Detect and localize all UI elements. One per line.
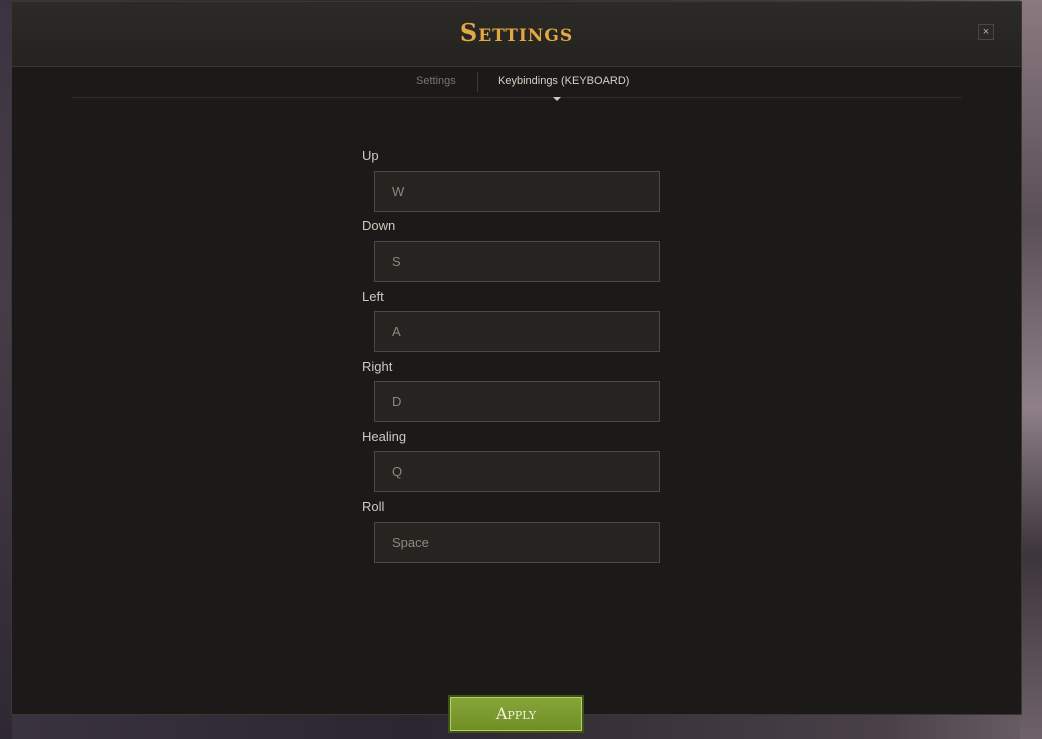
down-label: Down	[362, 218, 396, 233]
left-key-input[interactable]	[374, 311, 660, 352]
active-tab-caret-icon	[553, 97, 561, 101]
down-key-input[interactable]	[374, 241, 660, 282]
roll-label: Roll	[362, 499, 385, 514]
up-label: Up	[362, 148, 379, 163]
left-label: Left	[362, 289, 384, 304]
right-key-input[interactable]	[374, 381, 660, 422]
close-button[interactable]: ×	[978, 24, 994, 40]
tab-keybindings[interactable]: Keybindings (KEYBOARD)	[498, 75, 629, 87]
roll-key-input[interactable]	[374, 522, 660, 563]
dialog-header: Settings ×	[12, 2, 1021, 67]
close-icon: ×	[982, 26, 990, 38]
healing-label: Healing	[362, 429, 407, 444]
up-key-input[interactable]	[374, 171, 660, 212]
tab-bar: Settings Keybindings (KEYBOARD)	[72, 67, 962, 101]
tab-divider	[477, 72, 478, 92]
dialog-title: Settings	[459, 18, 574, 47]
right-label: Right	[362, 359, 393, 374]
apply-button[interactable]: Apply	[448, 695, 584, 733]
healing-key-input[interactable]	[374, 451, 660, 492]
tab-settings[interactable]: Settings	[416, 75, 456, 87]
settings-dialog: Settings × Settings Keybindings (KEYBOAR…	[11, 1, 1022, 715]
background-scenery-right	[1020, 0, 1042, 739]
